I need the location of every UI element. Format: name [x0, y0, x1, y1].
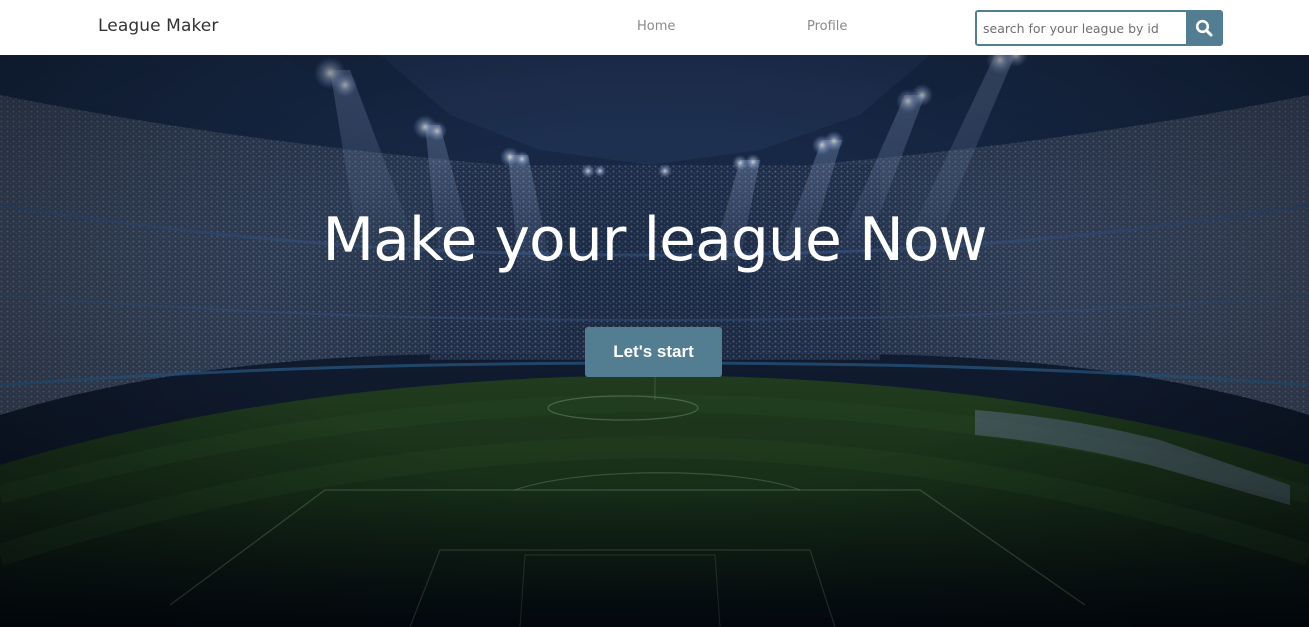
search-button[interactable] [1186, 12, 1221, 44]
nav-link-profile[interactable]: Profile [807, 19, 847, 34]
brand-logo-link[interactable]: League Maker [98, 16, 218, 36]
search-form [975, 10, 1223, 46]
hero-section: Make your league Now Let's start [0, 55, 1309, 627]
nav-link-home[interactable]: Home [637, 19, 675, 34]
search-icon [1195, 19, 1212, 37]
hero-title: Make your league Now [322, 205, 987, 275]
lets-start-button[interactable]: Let's start [585, 327, 722, 377]
search-input[interactable] [977, 12, 1186, 44]
navbar: League Maker Home Profile [0, 0, 1309, 55]
